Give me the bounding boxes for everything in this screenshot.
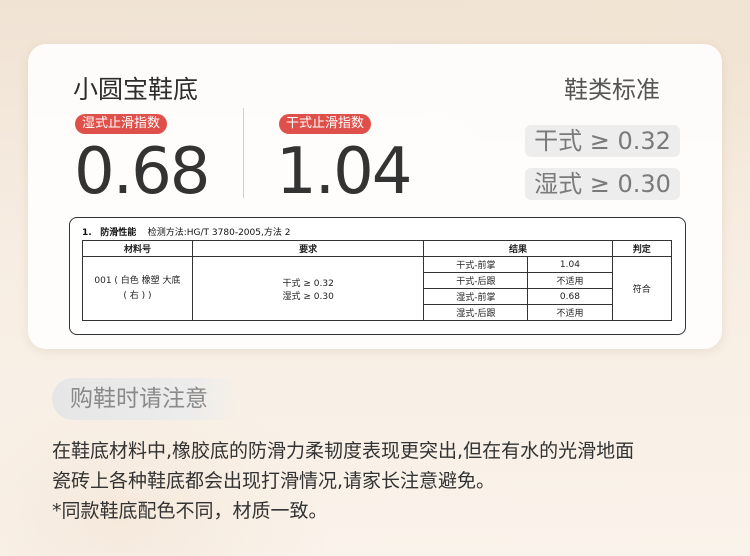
material-line-1: 001 ( 白色 橡塑 大底 — [94, 275, 181, 286]
requirement-wet: 湿式 ≥ 0.30 — [282, 291, 334, 302]
header-result: 结果 — [423, 240, 613, 257]
standard-title: 鞋类标准 — [564, 76, 660, 104]
notice-line-3: *同款鞋底配色不同，材质一致。 — [52, 500, 328, 522]
product-name: 小圆宝鞋底 — [73, 75, 199, 104]
result-value: 0.68 — [527, 288, 613, 305]
wet-index-badge: 湿式止滑指数 — [75, 114, 168, 134]
notice-text: 在鞋底材料中,橡胶底的防滑力柔韧度表现更突出,但在有水的光滑地面 瓷砖上各种鞋底… — [52, 436, 742, 526]
material-cell: 001 ( 白色 橡塑 大底 ( 右 ) ) — [82, 256, 193, 321]
result-position: 湿式-后跟 — [423, 304, 529, 321]
test-report: 1. 防滑性能 检测方法:HG/T 3780-2005,方法 2 材料号 要求 … — [69, 217, 686, 335]
divider — [243, 108, 244, 198]
test-report-table: 材料号 要求 结果 判定 001 ( 白色 橡塑 大底 ( 右 ) ) 干式 ≥… — [82, 240, 673, 321]
header-material: 材料号 — [82, 240, 193, 257]
verdict-cell: 符合 — [611, 256, 673, 321]
header-verdict: 判定 — [611, 240, 673, 257]
requirement-cell: 干式 ≥ 0.32 湿式 ≥ 0.30 — [191, 256, 425, 321]
result-value: 不适用 — [527, 272, 613, 289]
result-position: 干式-前掌 — [423, 256, 529, 273]
test-method: 检测方法:HG/T 3780-2005,方法 2 — [147, 228, 291, 238]
notice-label: 购鞋时请注意 — [52, 378, 244, 420]
test-heading: 1. 防滑性能 检测方法:HG/T 3780-2005,方法 2 — [82, 225, 290, 238]
table-row: 001 ( 白色 橡塑 大底 ( 右 ) ) 干式 ≥ 0.32 湿式 ≥ 0.… — [82, 256, 673, 321]
section-title: 防滑性能 — [100, 228, 137, 238]
requirement-dry: 干式 ≥ 0.32 — [282, 278, 334, 289]
slip-resistance-card: 小圆宝鞋底 鞋类标准 湿式止滑指数 0.68 干式止滑指数 1.04 干式 ≥ … — [28, 44, 722, 349]
notice-line-2: 瓷砖上各种鞋底都会出现打滑情况,请家长注意避免。 — [52, 470, 496, 492]
result-value: 不适用 — [527, 304, 613, 321]
material-line-2: ( 右 ) ) — [123, 290, 152, 301]
standard-dry-pill: 干式 ≥ 0.32 — [525, 125, 680, 157]
result-value: 1.04 — [527, 256, 613, 273]
result-position: 干式-后跟 — [423, 272, 529, 289]
standard-wet-pill: 湿式 ≥ 0.30 — [525, 168, 680, 200]
dry-index-badge: 干式止滑指数 — [279, 114, 372, 134]
dry-index-value: 1.04 — [276, 135, 412, 209]
result-position: 湿式-前掌 — [423, 288, 529, 305]
table-header-row: 材料号 要求 结果 判定 — [82, 240, 673, 257]
notice-line-1: 在鞋底材料中,橡胶底的防滑力柔韧度表现更突出,但在有水的光滑地面 — [52, 440, 635, 462]
wet-index-value: 0.68 — [74, 135, 210, 209]
section-number: 1. — [82, 228, 92, 238]
header-requirement: 要求 — [191, 240, 425, 257]
